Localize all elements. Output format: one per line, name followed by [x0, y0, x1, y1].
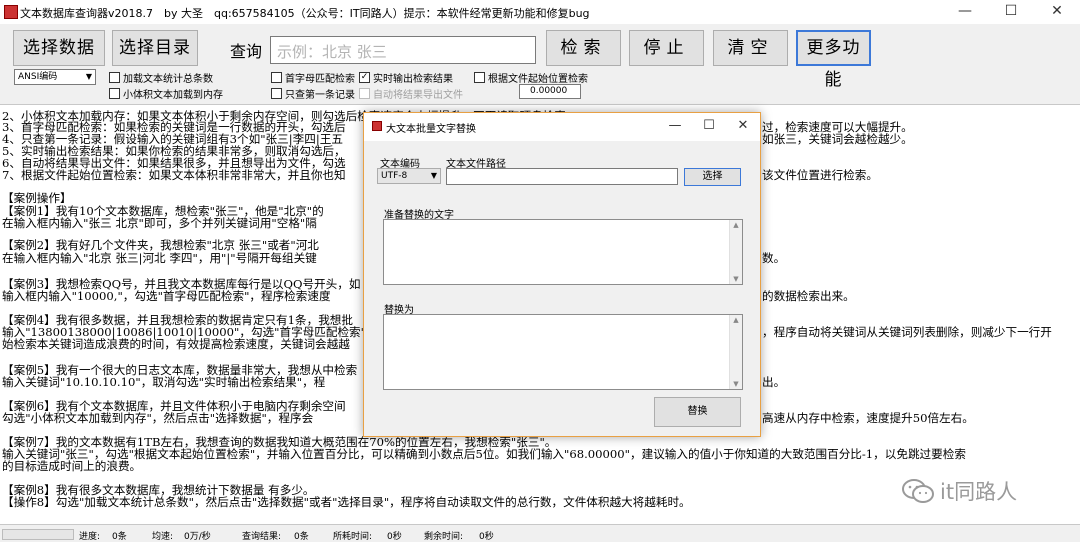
watermark-text: it同路人 — [940, 480, 1018, 504]
checkbox-box — [474, 72, 485, 83]
scrollbar[interactable]: ▲ ▼ — [729, 315, 742, 389]
checkbox-box — [109, 72, 120, 83]
text-line: 【操作8】勾选"加载文本统计总条数"，然后点击"选择数据"或者"选择目录"，程序… — [2, 495, 691, 509]
results-label: 查询结果: — [242, 532, 282, 542]
by-position-checkbox[interactable]: 根据文件起始位置检索 — [474, 70, 588, 85]
scroll-down-icon: ▼ — [733, 275, 739, 283]
text-fragment: 数。 — [762, 251, 786, 265]
encoding-select[interactable]: ANSI编码 ▼ — [14, 69, 96, 85]
dialog-title: 大文本批量文字替换 — [386, 124, 476, 135]
prefix-match-checkbox[interactable]: 首字母匹配检索 — [271, 70, 355, 85]
close-button[interactable]: ✕ — [1034, 0, 1080, 24]
elapsed-value: 0秒 — [387, 532, 402, 542]
replace-text-area[interactable]: ▲ ▼ — [383, 314, 743, 390]
text-line: 勾选"小体积文本加载到内存"，然后点击"选择数据"，程序会 — [2, 411, 314, 425]
scroll-up-icon: ▲ — [733, 316, 739, 324]
more-features-button[interactable]: 更多功能 — [796, 30, 871, 90]
minimize-button[interactable]: — — [942, 0, 988, 24]
checkbox-label: 根据文件起始位置检索 — [488, 74, 588, 85]
progress-value: 0条 — [112, 532, 127, 542]
checkbox-box — [271, 88, 282, 99]
checkbox-label: 加载文本统计总条数 — [123, 74, 213, 85]
text-fragment: 的数据检索出来。 — [762, 289, 855, 303]
checkbox-label: 首字母匹配检索 — [285, 74, 355, 85]
text-line: 输入框内输入"10000,"，勾选"首字母匹配检索"，程序检索速度 — [2, 289, 331, 303]
watermark: it同路人 — [900, 476, 1017, 506]
speed-label: 均速: — [152, 532, 174, 542]
replace-button[interactable]: 替换 — [654, 397, 741, 427]
text-fragment: ，程序自动将关键词从关键词列表删除，则减少下一行开 — [762, 325, 1052, 339]
wechat-icon — [902, 479, 934, 503]
maximize-button[interactable]: ☐ — [988, 0, 1034, 24]
text-line: 输入关键词"张三"，勾选"根据文本起始位置检索"，并输入位置百分比，可以精确到小… — [2, 447, 966, 461]
checkbox-box — [359, 88, 370, 99]
select-dir-button[interactable]: 选择目录 — [112, 30, 198, 66]
remaining-label: 剩余时间: — [424, 532, 464, 542]
check-icon: ✓ — [359, 72, 370, 83]
batch-replace-dialog: 大文本批量文字替换 — ☐ ✕ 文本编码 文本文件路径 UTF-8 ▼ 选择 准… — [363, 112, 761, 437]
stop-button[interactable]: 停止 — [629, 30, 704, 66]
select-data-button[interactable]: 选择数据 — [13, 30, 105, 66]
search-input[interactable]: 示例：北京 张三 — [270, 36, 536, 64]
dialog-encoding-select[interactable]: UTF-8 ▼ — [377, 168, 441, 184]
window-title: 文本数据库查询器v2018.7 by 大圣 qq:657584105（公众号：I… — [20, 7, 590, 20]
checkbox-label: 只查第一条记录 — [285, 90, 355, 101]
realtime-output-checkbox[interactable]: ✓ 实时输出检索结果 — [359, 70, 453, 85]
elapsed-label: 所耗时间: — [333, 532, 373, 542]
dialog-title-bar: 大文本批量文字替换 — ☐ ✕ — [364, 113, 760, 141]
search-button[interactable]: 检索 — [546, 30, 621, 66]
file-path-input[interactable] — [446, 168, 678, 185]
checkbox-box — [271, 72, 282, 83]
text-line: 始检索本关键词造成浪费的时间，有效提高检索速度，关键词会越越 — [2, 337, 350, 351]
small-load-memory-checkbox[interactable]: 小体积文本加载到内存 — [109, 86, 223, 101]
results-value: 0条 — [294, 532, 309, 542]
encoding-value: ANSI编码 — [18, 72, 58, 82]
status-bar: 进度: 0条 均速: 0万/秒 查询结果: 0条 所耗时间: 0秒 剩余时间: … — [0, 524, 1080, 542]
remaining-value: 0秒 — [479, 532, 494, 542]
dialog-encoding-value: UTF-8 — [381, 171, 408, 181]
text-line: 7、根据文件起始位置检索：如果文本体积非常非常大，并且你也知 — [2, 168, 346, 182]
search-placeholder: 示例：北京 张三 — [277, 43, 387, 61]
position-input[interactable]: 0.00000 — [519, 84, 581, 99]
browse-button[interactable]: 选择 — [684, 168, 741, 186]
scrollbar[interactable]: ▲ ▼ — [729, 220, 742, 284]
checkbox-box — [109, 88, 120, 99]
text-line: 【案例2】我有好几个文件夹，我想检索"北京 张三"或者"河北 — [2, 238, 319, 252]
chevron-down-icon: ▼ — [430, 171, 437, 180]
query-label: 查询 — [230, 42, 263, 61]
speed-value: 0万/秒 — [184, 532, 211, 542]
find-text-area[interactable]: ▲ ▼ — [383, 219, 743, 285]
text-line: 【案例操作】 — [2, 191, 72, 205]
checkbox-label: 小体积文本加载到内存 — [123, 90, 223, 101]
checkbox-label: 实时输出检索结果 — [373, 74, 453, 85]
dialog-close-button[interactable]: ✕ — [728, 115, 758, 137]
only-first-checkbox[interactable]: 只查第一条记录 — [271, 86, 355, 101]
text-fragment: 该文件位置进行检索。 — [762, 168, 878, 182]
text-fragment: 出。 — [762, 375, 786, 389]
load-count-checkbox[interactable]: 加载文本统计总条数 — [109, 70, 213, 85]
text-fragment: 高速从内存中检索，速度提升50倍左右。 — [762, 411, 974, 425]
text-line: 的目标造成时间上的浪费。 — [2, 459, 142, 473]
scroll-down-icon: ▼ — [733, 380, 739, 388]
text-line: 在输入框内输入"张三 北京"即可，多个并列关键词用"空格"隔 — [2, 216, 317, 230]
title-bar: 文本数据库查询器v2018.7 by 大圣 qq:657584105（公众号：I… — [0, 0, 1080, 24]
auto-export-checkbox[interactable]: 自动将结果导出文件 — [359, 86, 463, 101]
dialog-app-icon — [372, 121, 382, 131]
progress-bar — [2, 529, 74, 540]
text-line: 输入关键词"10.10.10.10"，取消勾选"实时输出检索结果"，程 — [2, 375, 326, 389]
chevron-down-icon: ▼ — [85, 72, 92, 81]
checkbox-label: 自动将结果导出文件 — [373, 90, 463, 101]
dialog-maximize-button[interactable]: ☐ — [694, 115, 724, 137]
app-icon — [4, 5, 18, 19]
dialog-minimize-button[interactable]: — — [660, 115, 690, 137]
text-fragment: 如张三，关键词会越检越少。 — [762, 132, 913, 146]
clear-button[interactable]: 清空 — [713, 30, 788, 66]
scroll-up-icon: ▲ — [733, 221, 739, 229]
text-line: 在输入框内输入"北京 张三|河北 李四"，用"|"号隔开每组关键 — [2, 251, 317, 265]
progress-label: 进度: — [79, 532, 101, 542]
